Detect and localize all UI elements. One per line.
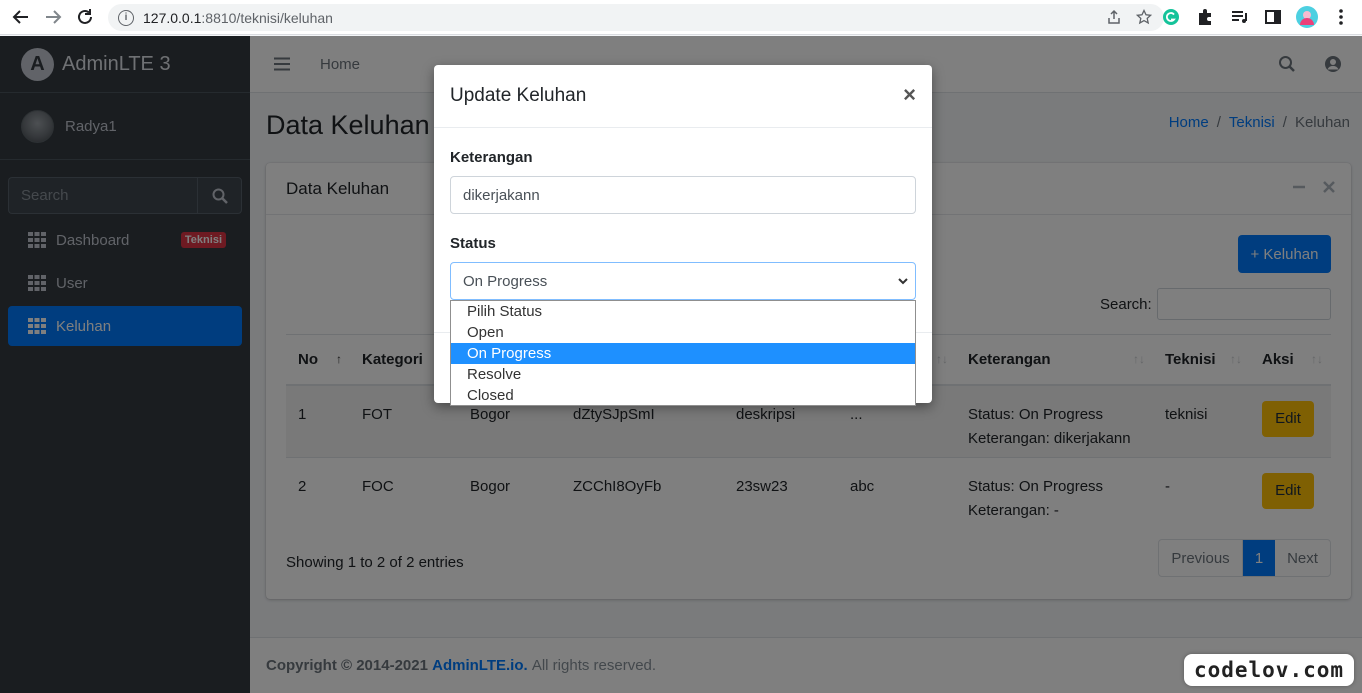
site-info-icon[interactable]: i (118, 9, 134, 26)
modal-header: Update Keluhan (434, 65, 932, 128)
media-playlist-icon[interactable] (1228, 6, 1250, 28)
back-icon[interactable] (10, 6, 32, 28)
side-panel-icon[interactable] (1262, 6, 1284, 28)
close-icon[interactable]: × (903, 82, 916, 108)
status-label: Status (450, 235, 496, 252)
status-select-value: On Progress (463, 272, 548, 290)
modal-title: Update Keluhan (450, 85, 587, 106)
extensions-puzzle-icon[interactable] (1194, 6, 1216, 28)
watermark: codelov.com (1184, 654, 1354, 686)
keterangan-input[interactable]: dikerjakann (450, 176, 916, 214)
status-select[interactable]: On Progress (450, 262, 916, 300)
profile-avatar-icon[interactable] (1296, 6, 1318, 28)
address-bar[interactable]: i 127.0.0.1:8810/teknisi/keluhan (108, 4, 1164, 31)
status-option-pilih[interactable]: Pilih Status (451, 301, 915, 322)
status-option-open[interactable]: Open (451, 322, 915, 343)
reload-icon[interactable] (74, 6, 96, 28)
status-dropdown-list: Pilih Status Open On Progress Resolve Cl… (450, 300, 916, 406)
url-host: 127.0.0.1 (143, 9, 202, 26)
status-option-on-progress[interactable]: On Progress (451, 343, 915, 364)
keterangan-label: Keterangan (450, 149, 533, 166)
share-icon[interactable] (1106, 9, 1122, 25)
status-option-resolve[interactable]: Resolve (451, 364, 915, 385)
status-option-closed[interactable]: Closed (451, 385, 915, 406)
browser-menu-icon[interactable] (1330, 6, 1352, 28)
browser-toolbar: i 127.0.0.1:8810/teknisi/keluhan (0, 0, 1362, 35)
url-path: :8810/teknisi/keluhan (201, 9, 333, 26)
bookmark-star-icon[interactable] (1136, 9, 1152, 25)
grammarly-icon[interactable] (1160, 6, 1182, 28)
chevron-down-icon (897, 275, 909, 287)
forward-icon[interactable] (42, 6, 64, 28)
